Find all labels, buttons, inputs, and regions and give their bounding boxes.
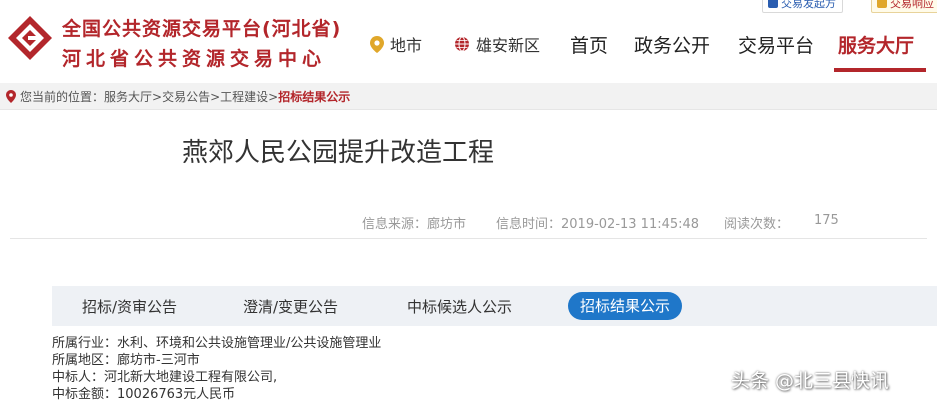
article-title: 燕郊人民公园提升改造工程 (182, 138, 495, 168)
amount-line: 中标金额：10026763元人民币 (52, 387, 236, 402)
nav-home[interactable]: 首页 (570, 31, 608, 58)
region-line: 所属地区：廊坊市-三河市 (52, 353, 200, 368)
nav-active-indicator (834, 68, 926, 72)
nav-trading-platform[interactable]: 交易平台 (738, 31, 814, 58)
breadcrumb: 您当前的位置： 服务大厅>交易公告>工程建设> 招标结果公示 (6, 88, 350, 105)
breadcrumb-bar: 您当前的位置： 服务大厅>交易公告>工程建设> 招标结果公示 (0, 83, 937, 110)
responder-login-button[interactable]: 交易响应 (871, 0, 937, 13)
initiator-login-label: 交易发起方 (781, 0, 836, 10)
responder-login-label: 交易响应 (890, 0, 934, 10)
provincial-trading-logo-icon[interactable] (6, 14, 54, 62)
nav-city-link[interactable]: 地市 (370, 32, 422, 56)
nav-city-label: 地市 (390, 36, 423, 55)
tab-tender-notice[interactable]: 招标/资审公告 (82, 296, 177, 317)
nav-xiongan-link[interactable]: 雄安新区 (454, 32, 540, 56)
globe-icon (455, 36, 469, 52)
breadcrumb-path[interactable]: 服务大厅>交易公告>工程建设> (104, 88, 278, 105)
page: 全国公共资源交易平台(河北省) 河北省公共资源交易中心 交易发起方 交易响应 地… (0, 0, 937, 405)
nav-xiongan-label: 雄安新区 (476, 36, 541, 55)
winner-line: 中标人：河北新大地建设工程有限公司, (52, 370, 278, 385)
info-time: 信息时间：2019-02-13 11:45:48 (496, 217, 700, 232)
divider (10, 238, 927, 239)
location-icon (6, 90, 16, 103)
initiator-login-button[interactable]: 交易发起方 (762, 0, 843, 13)
breadcrumb-current[interactable]: 招标结果公示 (278, 88, 350, 105)
map-pin-icon (370, 35, 384, 53)
nav-government-affairs[interactable]: 政务公开 (634, 31, 710, 58)
tab-winning-candidates[interactable]: 中标候选人公示 (407, 296, 512, 317)
brand-title[interactable]: 全国公共资源交易平台(河北省) (62, 14, 341, 41)
view-count: 175 (814, 213, 839, 228)
tab-clarification-change[interactable]: 澄清/变更公告 (243, 296, 338, 317)
brand-subtitle[interactable]: 河北省公共资源交易中心 (62, 44, 326, 71)
user-icon (768, 0, 778, 8)
site-header: 全国公共资源交易平台(河北省) 河北省公共资源交易中心 交易发起方 交易响应 地… (0, 0, 937, 78)
breadcrumb-prefix: 您当前的位置： (20, 90, 105, 104)
industry-line: 所属行业：水利、环境和公共设施管理业/公共设施管理业 (52, 336, 382, 351)
info-source: 信息来源：廊坊市 (362, 217, 467, 232)
announcement-tabs: 招标/资审公告 澄清/变更公告 中标候选人公示 招标结果公示 (52, 286, 937, 326)
user-icon (877, 0, 887, 8)
watermark: 头条 @北三县快讯 (731, 370, 890, 392)
view-count-label: 阅读次数： (724, 217, 790, 232)
nav-service-hall[interactable]: 服务大厅 (838, 31, 914, 58)
tab-tender-results[interactable]: 招标结果公示 (568, 292, 683, 320)
